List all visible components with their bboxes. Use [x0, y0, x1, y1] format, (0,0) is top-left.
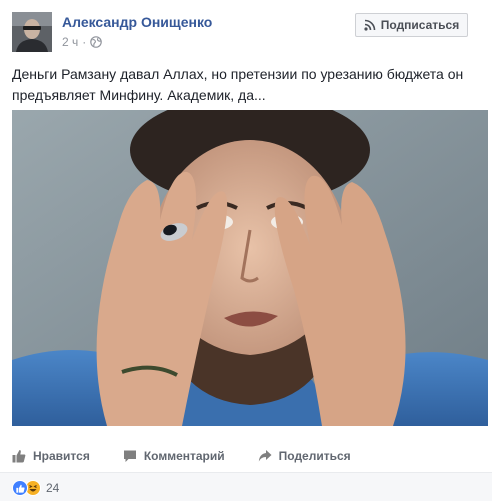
post-photo[interactable]: [12, 110, 488, 426]
like-button[interactable]: Нравится: [12, 449, 90, 463]
reaction-count: 24: [46, 481, 60, 495]
like-icon: [12, 480, 28, 496]
comment-label: Комментарий: [143, 449, 225, 463]
share-button[interactable]: Поделиться: [258, 449, 351, 463]
facebook-post: Александр Онищенко 2 ч · Подписаться Ден…: [0, 0, 492, 501]
globe-icon: [90, 36, 103, 48]
reactions-summary[interactable]: 24: [12, 480, 59, 496]
comment-button[interactable]: Комментарий: [123, 449, 225, 463]
post-text: Деньги Рамзану давал Аллах, но претензии…: [12, 66, 464, 103]
post-timestamp[interactable]: 2 ч: [62, 35, 78, 49]
post-actions: Нравится Комментарий Поделиться: [12, 440, 484, 472]
follow-button[interactable]: Подписаться: [355, 13, 468, 37]
post-meta: 2 ч ·: [62, 35, 103, 49]
meta-separator: ·: [82, 35, 87, 49]
thumbs-up-icon: [12, 450, 26, 463]
reactions-bar: [0, 473, 492, 501]
follow-label: Подписаться: [380, 18, 460, 32]
share-label: Поделиться: [278, 449, 351, 463]
rss-icon: [364, 19, 376, 31]
author-name[interactable]: Александр Онищенко: [62, 14, 212, 30]
comment-icon: [123, 450, 136, 462]
share-arrow-icon: [258, 450, 272, 462]
like-label: Нравится: [33, 449, 90, 463]
author-avatar[interactable]: [12, 12, 52, 52]
